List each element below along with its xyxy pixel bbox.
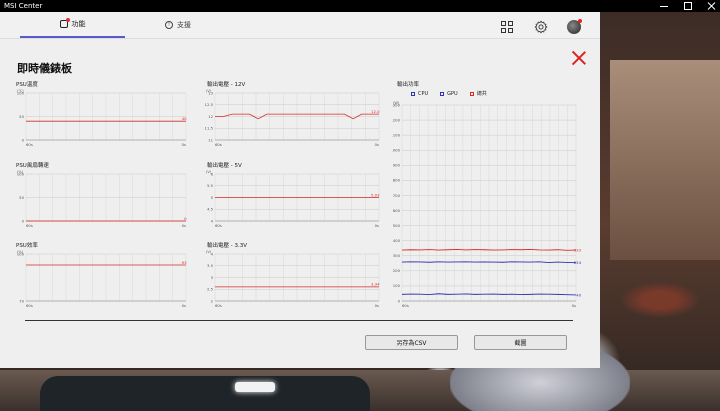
tab-features[interactable]: 功能 [20, 12, 125, 38]
power-legend: CPU GPU 總共 [411, 90, 487, 97]
x-tick-end: 0s [375, 142, 379, 147]
series-value-label: 12.0 [371, 109, 380, 114]
top-navigation: 功能 ! 支援 [0, 12, 600, 39]
y-tick-label: 100 [17, 251, 25, 256]
save-csv-button[interactable]: 另存為CSV [365, 335, 458, 350]
y-tick-label: 70 [19, 298, 24, 303]
y-tick-label: 50 [19, 114, 24, 119]
y-tick-label: 11.5 [205, 126, 214, 131]
x-tick-start: 60s [26, 142, 33, 147]
legend-total: 總共 [469, 90, 487, 97]
y-tick-label: 900 [393, 163, 401, 168]
background-machine [40, 376, 370, 411]
y-tick-label: 11 [208, 137, 213, 142]
window-titlebar: MSI Center [0, 0, 720, 12]
divider [25, 320, 573, 321]
tab-features-label: 功能 [71, 20, 86, 28]
y-tick-label: 13 [208, 90, 213, 95]
y-tick-label: 700 [393, 193, 401, 198]
legend-gpu: GPU [440, 90, 458, 97]
y-tick-label: 2.5 [207, 287, 214, 292]
series-value-label: 254 [574, 260, 582, 265]
minimize-icon[interactable] [660, 2, 668, 10]
y-tick-label: 0 [22, 137, 25, 142]
background-window [610, 60, 720, 260]
features-icon [59, 18, 70, 28]
series-value-label: 40 [182, 116, 187, 121]
y-tick-label: 100 [17, 171, 25, 176]
x-tick-start: 60s [215, 223, 222, 228]
close-icon[interactable] [572, 51, 586, 65]
y-tick-label: 1200 [392, 117, 401, 122]
y-tick-label: 12 [208, 114, 213, 119]
y-tick-label: 0 [22, 218, 25, 223]
x-tick-start: 60s [215, 303, 222, 308]
y-tick-label: 600 [393, 208, 401, 213]
y-tick-label: 1000 [392, 148, 401, 153]
y-tick-label: 500 [393, 223, 401, 228]
chart-v5: (V) 65.554.5460s 0s5.03 [206, 170, 380, 228]
apps-grid-icon[interactable] [501, 21, 513, 33]
y-tick-label: 4 [211, 218, 214, 223]
series-value-label: 93 [182, 260, 187, 265]
screenshot-button[interactable]: 截圖 [474, 335, 567, 350]
series-value-label: 333 [574, 247, 582, 252]
gear-icon[interactable] [534, 20, 548, 34]
y-tick-label: 4 [211, 251, 214, 256]
y-tick-label: 5 [211, 195, 214, 200]
y-tick-label: 0 [398, 298, 401, 303]
chart-psu-temp: (℃)10050060s 0s40 [17, 89, 187, 147]
chart-power: (W)1300120011001000900800700600500400300… [392, 101, 582, 308]
x-tick-end: 0s [182, 223, 186, 228]
y-tick-label: 1100 [392, 132, 401, 137]
y-tick-label: 400 [393, 238, 401, 243]
chart-psu-eff: (%)1007060s 0s93 [17, 250, 187, 308]
x-tick-end: 0s [182, 303, 186, 308]
y-tick-label: 12.5 [205, 102, 214, 107]
maximize-icon[interactable] [684, 2, 692, 10]
background-lights [235, 382, 275, 392]
x-tick-start: 60s [215, 142, 222, 147]
series-value-label: 0 [184, 216, 187, 221]
series-value-label: 5.03 [371, 192, 380, 197]
support-icon: ! [165, 21, 173, 29]
chart-v12: (V)1312.51211.51160s 0s12.0 [205, 89, 380, 147]
y-tick-label: 5.5 [207, 183, 214, 188]
x-tick-end: 0s [572, 303, 576, 308]
dashboard-panel: 即時儀錶板 PSU溫度 (℃) 100 50 0 60s 0s 40 輸出電壓 - 12V … [0, 39, 600, 368]
x-tick-end: 0s [182, 142, 186, 147]
y-tick-label: 4.5 [207, 207, 214, 212]
y-tick-label: 200 [393, 268, 401, 273]
x-tick-start: 60s [26, 223, 33, 228]
window-close-icon[interactable] [708, 2, 716, 10]
legend-cpu: CPU [411, 90, 428, 97]
chart-v33: (V) 43.532.5260s 0s3.34 [206, 250, 380, 308]
x-tick-end: 0s [375, 303, 379, 308]
y-tick-label: 6 [211, 171, 214, 176]
y-tick-label: 2 [211, 298, 214, 303]
y-tick-label: 300 [393, 253, 401, 258]
chart-title-power: 輸出功率 [397, 82, 420, 88]
y-tick-label: 100 [393, 283, 401, 288]
tab-support[interactable]: ! 支援 [128, 12, 228, 38]
app-title: MSI Center [4, 2, 43, 10]
x-tick-start: 60s [402, 303, 409, 308]
page-title: 即時儀錶板 [17, 62, 72, 75]
y-tick-label: 3 [211, 275, 214, 280]
series-value-label: 40 [576, 292, 581, 297]
chart-psu-fan: (%)10050060s 0s0 [17, 170, 187, 228]
x-tick-end: 0s [375, 223, 379, 228]
y-tick-label: 3.5 [207, 263, 214, 268]
x-tick-start: 60s [26, 303, 33, 308]
tab-support-label: 支援 [177, 21, 191, 29]
y-tick-label: 50 [19, 195, 24, 200]
y-tick-label: 800 [393, 178, 401, 183]
series-value-label: 3.34 [371, 282, 380, 287]
y-tick-label: 100 [17, 90, 25, 95]
y-tick-label: 1300 [392, 102, 401, 107]
avatar[interactable] [567, 19, 582, 34]
